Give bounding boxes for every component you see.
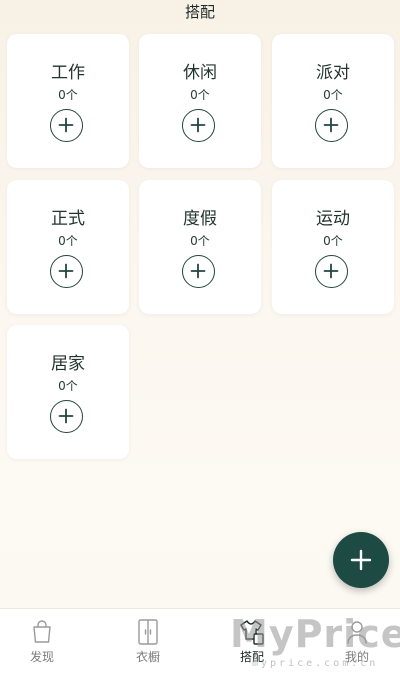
add-outfit-button[interactable] [50, 400, 83, 433]
category-card-home[interactable]: 居家 0个 [7, 325, 129, 459]
tab-discover[interactable]: 发现 [12, 609, 72, 669]
plus-icon [323, 117, 339, 133]
category-count: 0个 [323, 234, 343, 248]
tab-label: 我的 [344, 650, 369, 664]
add-outfit-button[interactable] [182, 109, 215, 142]
category-count: 0个 [58, 234, 78, 248]
category-count: 0个 [190, 234, 210, 248]
category-name: 度假 [183, 209, 217, 229]
category-card-formal[interactable]: 正式 0个 [7, 180, 129, 314]
bottom-tab-bar: 发现 衣橱 搭配 我的 [0, 608, 400, 683]
add-outfit-button[interactable] [315, 255, 348, 288]
plus-icon [190, 263, 206, 279]
wardrobe-icon [138, 619, 158, 645]
category-name: 休闲 [183, 63, 217, 83]
category-count: 0个 [58, 379, 78, 393]
user-icon [347, 621, 367, 644]
page-title: 搭配 [184, 3, 215, 21]
tab-profile[interactable]: 我的 [327, 609, 387, 669]
category-card-work[interactable]: 工作 0个 [7, 34, 129, 168]
category-count: 0个 [190, 88, 210, 102]
category-name: 运动 [316, 209, 350, 229]
outfit-icon [240, 620, 264, 645]
category-count: 0个 [58, 88, 78, 102]
add-outfit-button[interactable] [50, 109, 83, 142]
add-category-fab[interactable] [333, 532, 389, 588]
plus-icon [58, 117, 74, 133]
category-name: 工作 [51, 63, 85, 83]
category-name: 派对 [316, 63, 350, 83]
plus-icon [190, 117, 206, 133]
category-name: 居家 [51, 354, 85, 374]
plus-icon [58, 263, 74, 279]
category-card-vacation[interactable]: 度假 0个 [139, 180, 261, 314]
category-card-sport[interactable]: 运动 0个 [272, 180, 394, 314]
tab-label: 搭配 [239, 650, 264, 664]
tab-label: 衣橱 [135, 650, 160, 664]
category-count: 0个 [323, 88, 343, 102]
add-outfit-button[interactable] [315, 109, 348, 142]
tab-outfit[interactable]: 搭配 [222, 609, 282, 669]
tab-wardrobe[interactable]: 衣橱 [118, 609, 178, 669]
category-name: 正式 [51, 209, 85, 229]
plus-icon [350, 549, 372, 571]
category-card-party[interactable]: 派对 0个 [272, 34, 394, 168]
add-outfit-button[interactable] [50, 255, 83, 288]
bag-icon [33, 620, 51, 643]
plus-icon [58, 408, 74, 424]
add-outfit-button[interactable] [182, 255, 215, 288]
category-card-casual[interactable]: 休闲 0个 [139, 34, 261, 168]
tab-label: 发现 [29, 650, 54, 664]
plus-icon [323, 263, 339, 279]
